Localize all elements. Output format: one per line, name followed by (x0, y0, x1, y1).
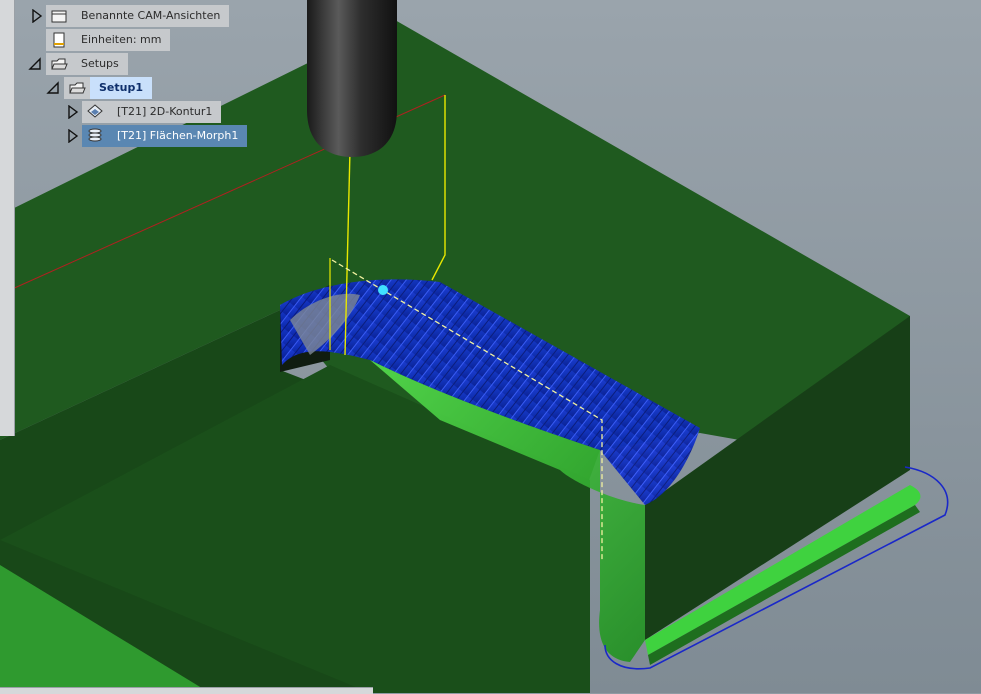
tree-item-surface-morph[interactable]: [T21] Flächen-Morph1 (64, 125, 264, 147)
collapse-arrow-icon[interactable] (46, 81, 60, 95)
open-folder-icon (51, 58, 68, 70)
2d-contour-operation-icon (87, 104, 103, 118)
tree-item-setup1[interactable]: Setup1 (46, 77, 246, 99)
surface-morph-operation-icon (88, 128, 102, 142)
tree-item-setups[interactable]: Setups (28, 53, 228, 75)
folder-icon (51, 10, 67, 23)
cutting-tool (307, 0, 397, 157)
tree-item-label: Setups (72, 53, 128, 75)
tree-item-label: [T21] 2D-Kontur1 (108, 101, 222, 123)
browser-tree: Benannte CAM-Ansichten Einheiten: mm Set… (0, 0, 260, 160)
expand-arrow-icon[interactable] (66, 105, 80, 119)
tree-item-named-cam-views[interactable]: Benannte CAM-Ansichten (28, 5, 230, 27)
tree-item-label: Setup1 (90, 77, 152, 99)
tree-item-label: [T21] Flächen-Morph1 (108, 125, 248, 147)
tree-item-2d-contour[interactable]: [T21] 2D-Kontur1 (64, 101, 264, 123)
expand-arrow-icon[interactable] (66, 129, 80, 143)
tree-item-label: Benannte CAM-Ansichten (72, 5, 230, 27)
tree-item-label: Einheiten: mm (72, 29, 171, 51)
document-icon (53, 32, 65, 48)
expand-arrow-icon[interactable] (30, 9, 44, 23)
open-folder-icon (69, 82, 86, 94)
tool-position-marker (378, 285, 388, 295)
collapse-arrow-icon[interactable] (28, 57, 42, 71)
tree-item-units[interactable]: Einheiten: mm (28, 29, 228, 51)
